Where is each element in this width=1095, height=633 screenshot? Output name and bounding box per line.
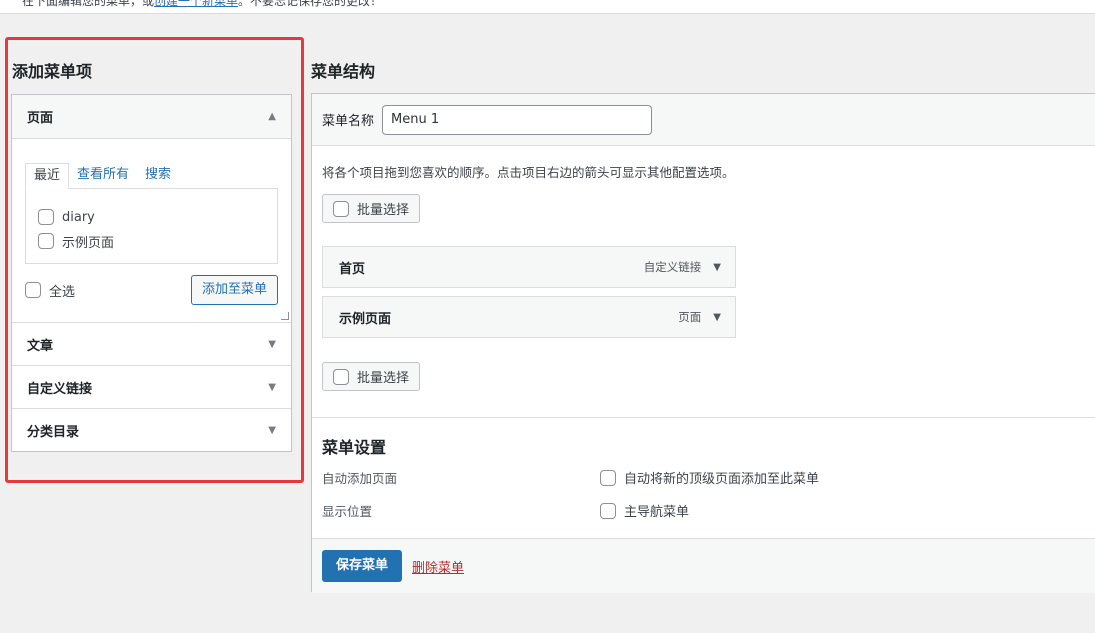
page-item: 示例页面 xyxy=(38,229,265,253)
create-new-menu-link[interactable]: 创建一个新菜单 xyxy=(154,0,238,8)
location-row: 主导航菜单 xyxy=(600,501,689,520)
panel-categories-label: 分类目录 xyxy=(27,424,80,440)
add-items-accordion: 页面 ▲ 最近 查看所有 搜索 diary 示例页面 全选 添加至菜单 文章 ▼… xyxy=(11,94,292,452)
panel-pages-label: 页面 xyxy=(27,111,54,126)
panel-pages-footer: 全选 添加至菜单 xyxy=(25,275,278,305)
recent-pages-list: diary 示例页面 xyxy=(25,188,278,264)
bulk-select-label: 批量选择 xyxy=(357,371,410,386)
primary-menu-checkbox[interactable] xyxy=(600,502,616,519)
page-label: diary xyxy=(62,209,95,225)
add-items-title: 添加菜单项 xyxy=(12,62,93,81)
save-menu-button[interactable]: 保存菜单 xyxy=(322,550,403,582)
select-all-label: 全选 xyxy=(49,284,76,300)
chevron-down-icon: ▼ xyxy=(268,381,276,393)
select-all-row: 全选 xyxy=(25,278,75,302)
menu-footer: 保存菜单 删除菜单 xyxy=(312,538,1095,593)
auto-add-checkbox[interactable] xyxy=(600,469,616,486)
auto-add-label: 自动添加页面 xyxy=(322,471,398,486)
select-all-checkbox[interactable] xyxy=(25,282,41,298)
menu-item-type: 页面 xyxy=(678,310,702,324)
primary-menu-option: 主导航菜单 xyxy=(624,505,690,520)
menu-item-title: 示例页面 xyxy=(339,311,392,327)
notice-text-after: 。不要忘记保存您的更改！ xyxy=(238,0,383,8)
bulk-select-checkbox[interactable] xyxy=(333,200,349,217)
panel-pages-body: 最近 查看所有 搜索 diary 示例页面 全选 添加至菜单 xyxy=(12,138,291,322)
menu-name-input[interactable] xyxy=(382,104,653,135)
drag-instructions: 将各个项目拖到您喜欢的顺序。点击项目右边的箭头可显示其他配置选项。 xyxy=(322,165,735,180)
resize-handle[interactable] xyxy=(281,312,289,320)
chevron-down-icon: ▼ xyxy=(268,338,276,350)
tab-recent[interactable]: 最近 xyxy=(25,163,70,189)
menu-item-sample-page[interactable]: 示例页面 页面 ▼ xyxy=(322,296,736,338)
add-to-menu-button[interactable]: 添加至菜单 xyxy=(190,275,278,305)
chevron-down-icon[interactable]: ▼ xyxy=(713,312,721,323)
divider xyxy=(312,417,1095,418)
menu-item-title: 首页 xyxy=(339,261,366,277)
bulk-select-bottom[interactable]: 批量选择 xyxy=(322,362,420,391)
menu-settings-title: 菜单设置 xyxy=(322,438,387,457)
delete-menu-link[interactable]: 删除菜单 xyxy=(412,557,464,576)
panel-categories-header[interactable]: 分类目录 ▼ xyxy=(12,408,291,451)
location-label: 显示位置 xyxy=(322,504,373,519)
panel-posts-label: 文章 xyxy=(27,338,54,354)
menu-item-type: 自定义链接 xyxy=(643,260,702,274)
top-notice: 在下面编辑您的菜单，或创建一个新菜单。不要忘记保存您的更改！ xyxy=(0,0,1095,14)
bulk-select-top[interactable]: 批量选择 xyxy=(322,194,420,223)
panel-custom-links-label: 自定义链接 xyxy=(27,381,93,397)
page-checkbox-sample[interactable] xyxy=(38,233,54,249)
chevron-up-icon: ▲ xyxy=(268,111,276,122)
menu-management: 菜单名称 将各个项目拖到您喜欢的顺序。点击项目右边的箭头可显示其他配置选项。 批… xyxy=(311,93,1095,593)
bulk-select-label: 批量选择 xyxy=(357,203,410,218)
menu-name-bar: 菜单名称 xyxy=(312,94,1095,146)
tab-search[interactable]: 搜索 xyxy=(137,163,179,189)
tab-view-all[interactable]: 查看所有 xyxy=(69,163,137,189)
chevron-down-icon: ▼ xyxy=(268,424,276,436)
page-tabs: 最近 查看所有 搜索 xyxy=(25,163,278,189)
auto-add-row: 自动将新的顶级页面添加至此菜单 xyxy=(600,468,819,487)
panel-custom-links-header[interactable]: 自定义链接 ▼ xyxy=(12,365,291,408)
menu-name-label: 菜单名称 xyxy=(322,114,375,129)
auto-add-option: 自动将新的顶级页面添加至此菜单 xyxy=(624,472,820,487)
notice-text-before: 在下面编辑您的菜单，或 xyxy=(22,0,155,8)
bulk-select-checkbox[interactable] xyxy=(333,368,349,385)
chevron-down-icon[interactable]: ▼ xyxy=(713,262,721,273)
page-checkbox-diary[interactable] xyxy=(38,209,54,225)
panel-posts-header[interactable]: 文章 ▼ xyxy=(12,322,291,365)
menu-item-home[interactable]: 首页 自定义链接 ▼ xyxy=(322,246,736,288)
panel-pages-header[interactable]: 页面 ▲ xyxy=(12,95,291,138)
page-item: diary xyxy=(38,205,265,229)
page-label: 示例页面 xyxy=(62,235,115,251)
menu-structure-title: 菜单结构 xyxy=(311,62,376,81)
